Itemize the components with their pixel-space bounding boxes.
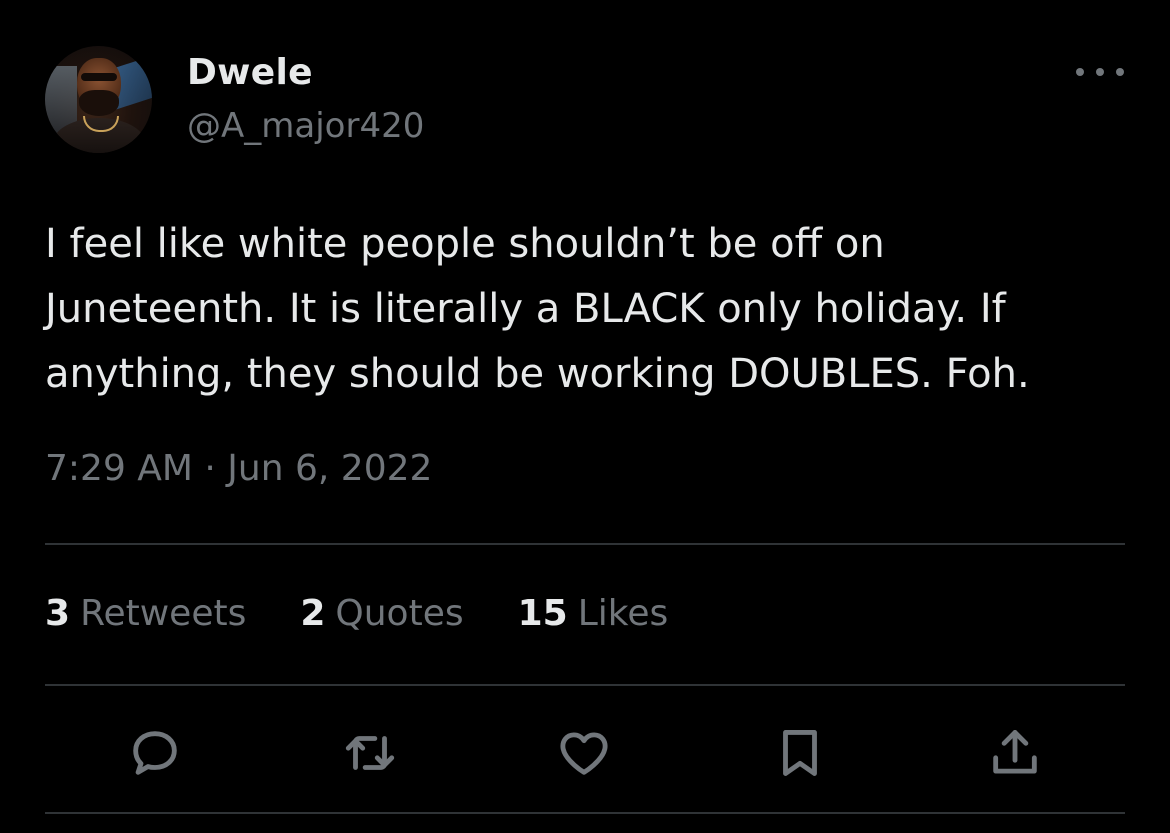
more-dot [1116, 68, 1124, 76]
more-options-icon[interactable] [1076, 60, 1124, 84]
avatar-glasses [81, 73, 117, 81]
share-button[interactable] [980, 718, 1050, 788]
like-icon [560, 732, 608, 775]
stat-likes-count: 15 [517, 593, 568, 634]
author-handle[interactable]: @A_major420 [187, 106, 424, 146]
tweet-text: I feel like white people shouldn’t be of… [45, 221, 1030, 397]
engagement-stats: 3 Retweets 2 Quotes 15 Likes [45, 593, 668, 634]
avatar-beard [79, 90, 119, 116]
divider [45, 543, 1125, 545]
stat-quotes-label: Quotes [335, 593, 464, 634]
stat-quotes-count: 2 [300, 593, 326, 634]
bookmark-icon [783, 730, 817, 776]
share-icon [993, 730, 1037, 774]
reply-button[interactable] [120, 718, 190, 788]
stat-likes[interactable]: 15 Likes [518, 593, 669, 634]
bookmark-button[interactable] [765, 718, 835, 788]
stat-retweets-label: Retweets [80, 593, 247, 634]
action-bar [45, 718, 1125, 788]
avatar[interactable] [45, 46, 152, 153]
author-display-name[interactable]: Dwele [187, 52, 313, 93]
retweet-button[interactable] [335, 718, 405, 788]
divider [45, 684, 1125, 686]
more-dot [1096, 68, 1104, 76]
stat-likes-label: Likes [577, 593, 669, 634]
more-dot [1076, 68, 1084, 76]
divider [45, 812, 1125, 814]
reply-icon [133, 731, 177, 775]
retweet-icon [345, 736, 395, 770]
stat-quotes[interactable]: 2 Quotes [300, 593, 463, 634]
like-button[interactable] [549, 718, 619, 788]
stat-retweets-count: 3 [45, 593, 71, 634]
stat-retweets[interactable]: 3 Retweets [45, 593, 246, 634]
tweet-timestamp[interactable]: 7:29 AM · Jun 6, 2022 [45, 448, 432, 489]
